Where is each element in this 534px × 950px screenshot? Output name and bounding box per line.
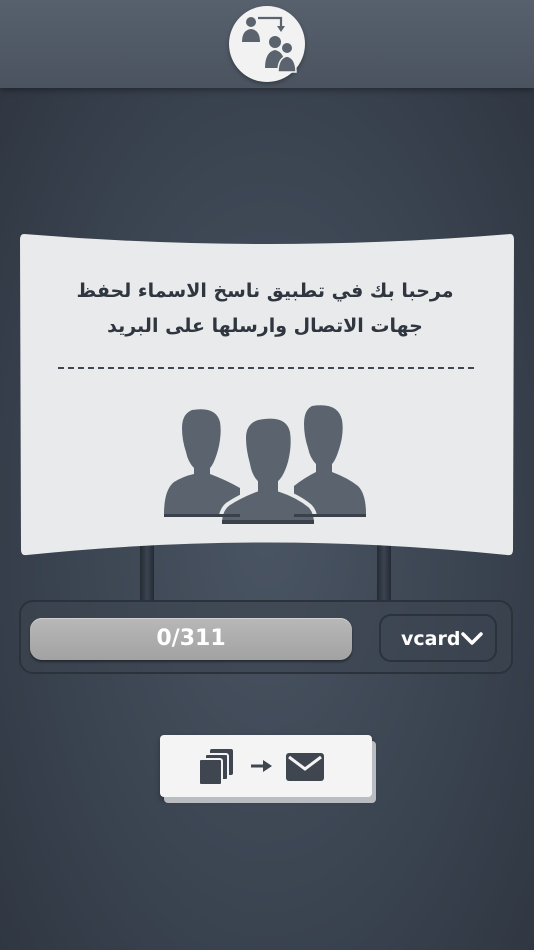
welcome-board: مرحبا بك في تطبيق ناسخ الاسماء لحفظ جهات… [20, 232, 514, 557]
welcome-line-2: جهات الاتصال وارسلها على البريد [107, 315, 423, 337]
copy-icon [198, 748, 236, 790]
chevron-down-icon [461, 630, 483, 652]
format-dropdown[interactable]: vcard [379, 614, 497, 662]
progress-panel: 0/311 vcard [19, 600, 513, 674]
dashed-divider [58, 367, 474, 369]
format-selected-label: vcard [401, 628, 461, 650]
contacts-group-icon [160, 402, 376, 528]
arrow-right-icon [250, 757, 274, 779]
copy-contacts-icon [229, 6, 305, 82]
copy-and-mail-button[interactable] [160, 735, 372, 797]
welcome-text: مرحبا بك في تطبيق ناسخ الاسماء لحفظ جهات… [60, 274, 470, 344]
welcome-line-1: مرحبا بك في تطبيق ناسخ الاسماء لحفظ [76, 280, 454, 302]
mail-icon [285, 752, 325, 786]
app-header [0, 0, 534, 88]
copy-progress-bar: 0/311 [30, 618, 352, 660]
